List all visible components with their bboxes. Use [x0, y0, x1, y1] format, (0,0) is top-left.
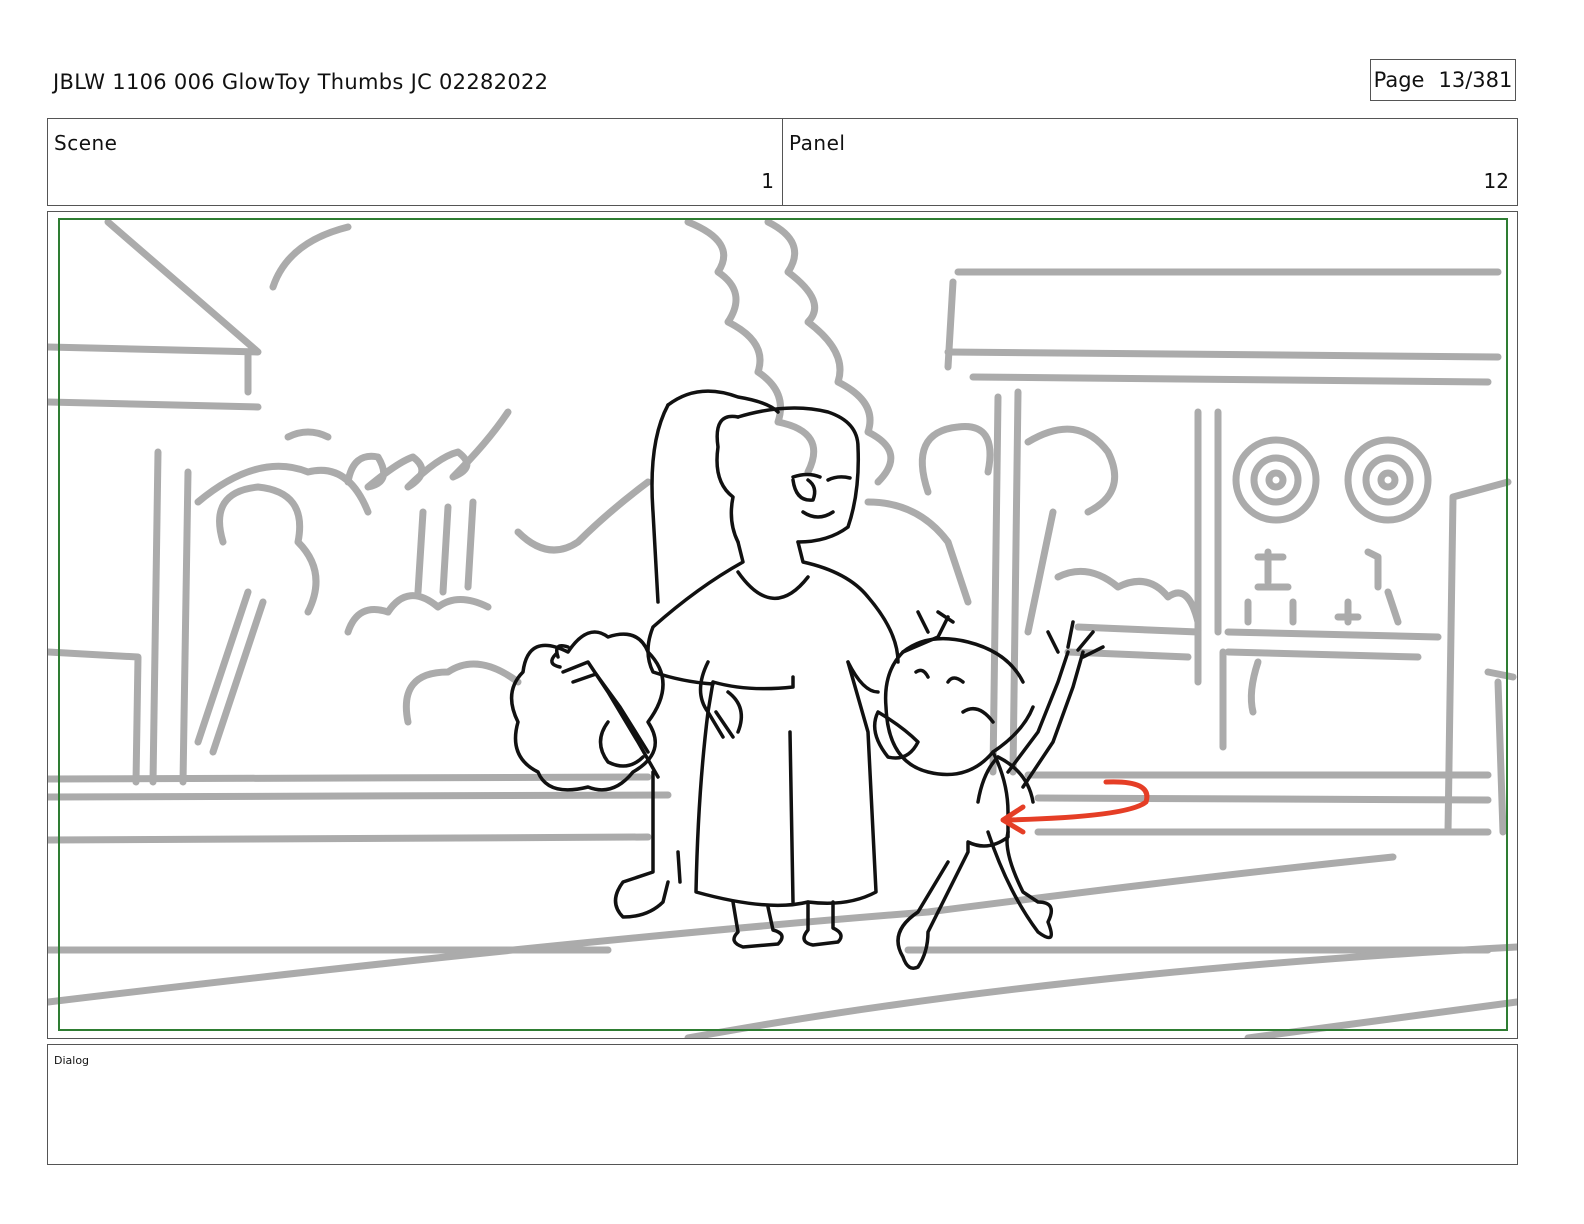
- safe-frame: [58, 218, 1508, 1031]
- scene-cell: Scene 1: [48, 119, 782, 205]
- dialog-label: Dialog: [54, 1054, 90, 1067]
- scene-panel-row: Scene 1 Panel 12: [47, 118, 1518, 206]
- storyboard-sketch: [48, 218, 1517, 1038]
- page-indicator: Page 13/381: [1370, 59, 1516, 101]
- panel-number: 12: [1483, 169, 1509, 193]
- background-sketch: [48, 218, 1517, 1038]
- page-number: 13/381: [1438, 68, 1513, 92]
- scene-number: 1: [761, 169, 774, 193]
- panel-cell: Panel 12: [782, 119, 1517, 205]
- motion-arrow: [1000, 779, 1150, 835]
- page-label: Page: [1373, 68, 1425, 92]
- scene-label: Scene: [54, 131, 118, 155]
- document-title: JBLW 1106 006 GlowToy Thumbs JC 02282022: [53, 70, 549, 94]
- panel-label: Panel: [789, 131, 846, 155]
- storyboard-panel: [47, 211, 1518, 1039]
- dialog-box: Dialog: [47, 1044, 1518, 1165]
